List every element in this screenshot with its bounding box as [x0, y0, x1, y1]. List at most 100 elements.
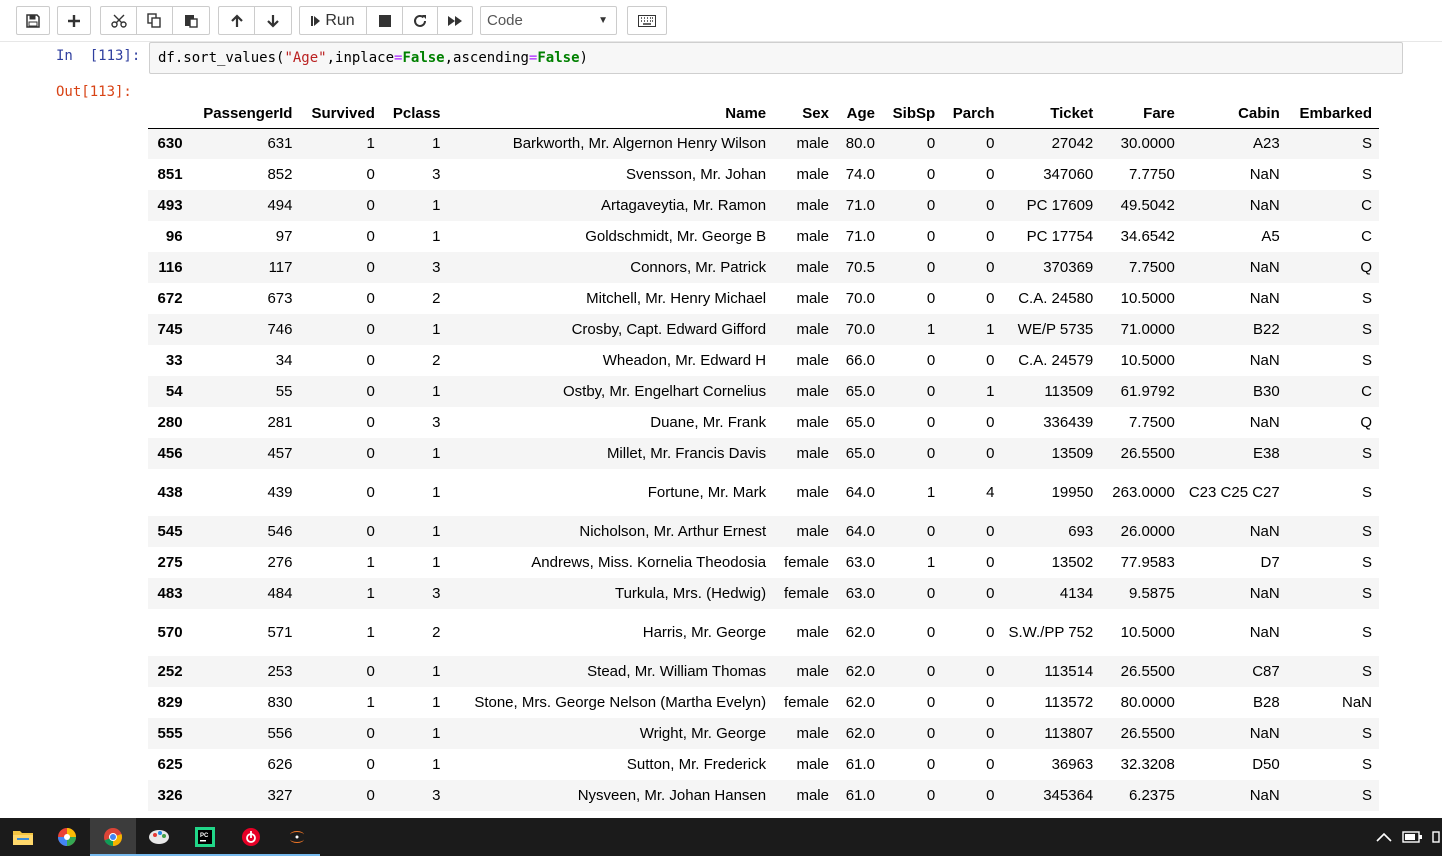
table-cell-passengerid: 546	[267, 523, 293, 540]
table-cell-name: Turkula, Mrs. (Hedwig)	[614, 585, 767, 602]
table-cell-cabin: NaN	[1249, 197, 1280, 214]
table-cell-cabin: B30	[1253, 383, 1280, 400]
row-index: 275	[157, 554, 183, 571]
table-cell-parch: 0	[986, 352, 995, 369]
table-cell-embarked: Q	[1360, 259, 1372, 276]
table-cell-cabin: NaN	[1249, 414, 1280, 431]
table-cell-parch: 0	[986, 414, 995, 431]
cell-type-select[interactable]: Code ▼	[480, 6, 617, 35]
taskbar-pycharm[interactable]: PC	[182, 818, 228, 856]
table-cell-ticket: 347060	[1043, 166, 1094, 183]
pycharm-icon: PC	[195, 827, 215, 847]
table-cell-survived: 0	[366, 523, 375, 540]
table-cell-embarked: Q	[1360, 414, 1372, 431]
run-button[interactable]: Run	[299, 6, 367, 35]
table-cell-name: Wheadon, Mr. Edward H	[602, 352, 767, 369]
table-cell-passengerid: 55	[275, 383, 293, 400]
row-index: 438	[157, 484, 183, 501]
notebook-toolbar: Run Code ▼	[0, 0, 1442, 42]
table-row: 326 327 0 3 Nysveen, Mr. Johan Hansen male 61.…	[148, 780, 1379, 811]
table-cell-pclass: 1	[432, 197, 441, 214]
table-cell-cabin: NaN	[1249, 523, 1280, 540]
table-cell-embarked: S	[1361, 484, 1372, 501]
table-cell-fare: 6.2375	[1128, 787, 1175, 804]
paste-button[interactable]	[173, 6, 210, 35]
table-cell-sex: male	[796, 197, 829, 214]
table-cell-parch: 1	[986, 321, 995, 338]
row-index: 54	[165, 383, 183, 400]
table-row: 745 746 0 1 Crosby, Capt. Edward Gifford male…	[148, 314, 1379, 345]
restart-run-all-button[interactable]	[438, 6, 473, 35]
table-cell-name: Harris, Mr. George	[642, 624, 767, 641]
table-cell-age: 74.0	[845, 166, 875, 183]
table-cell-sibsp: 0	[926, 228, 936, 245]
table-cell-parch: 0	[986, 585, 995, 602]
interrupt-button[interactable]	[367, 6, 403, 35]
table-cell-ticket: PC 17609	[1026, 197, 1094, 214]
color-app-icon	[58, 828, 76, 846]
table-cell-age: 61.0	[845, 787, 875, 804]
row-index: 570	[157, 624, 183, 641]
table-cell-sibsp: 1	[926, 321, 936, 338]
taskbar-paint-app[interactable]	[136, 818, 182, 856]
taskbar-chrome[interactable]	[90, 818, 136, 856]
table-cell-cabin: A5	[1261, 228, 1280, 245]
table-row: 630 631 1 1 Barkworth, Mr. Algernon Henry Wi…	[148, 128, 1379, 159]
table-cell-passengerid: 746	[267, 321, 293, 338]
network-icon[interactable]	[1432, 830, 1442, 844]
table-cell-ticket: 113572	[1044, 694, 1094, 711]
cell-type-value: Code	[487, 12, 523, 29]
table-cell-fare: 263.0000	[1112, 484, 1175, 501]
column-header: Age	[835, 97, 882, 129]
command-palette-button[interactable]	[627, 6, 667, 35]
table-cell-embarked: C	[1361, 383, 1372, 400]
table-cell-name: Crosby, Capt. Edward Gifford	[571, 321, 767, 338]
table-cell-sibsp: 0	[926, 725, 936, 742]
restart-button[interactable]	[403, 6, 438, 35]
table-cell-cabin: B22	[1253, 321, 1280, 338]
table-cell-cabin: NaN	[1249, 166, 1280, 183]
chevron-up-icon[interactable]	[1376, 832, 1392, 842]
table-cell-parch: 0	[986, 523, 995, 540]
move-up-button[interactable]	[218, 6, 255, 35]
plus-icon	[68, 14, 80, 27]
code-cell-input[interactable]: df.sort_values("Age",inplace=False,ascen…	[149, 42, 1403, 74]
taskbar-color-app[interactable]	[44, 818, 90, 856]
table-cell-sibsp: 0	[926, 383, 936, 400]
battery-icon[interactable]	[1402, 830, 1424, 844]
table-cell-ticket: C.A. 24579	[1018, 352, 1094, 369]
table-cell-pclass: 1	[432, 445, 441, 462]
table-cell-age: 62.0	[845, 624, 875, 641]
table-cell-fare: 77.9583	[1120, 554, 1175, 571]
save-button[interactable]	[16, 6, 50, 35]
step-forward-icon	[311, 15, 321, 26]
copy-button[interactable]	[137, 6, 173, 35]
row-index: 326	[157, 787, 183, 804]
table-cell-embarked: S	[1361, 321, 1372, 338]
table-cell-fare: 26.5500	[1120, 663, 1175, 680]
table-cell-survived: 0	[366, 166, 375, 183]
column-header: Ticket	[1001, 97, 1101, 129]
move-down-button[interactable]	[255, 6, 292, 35]
row-index: 672	[157, 290, 183, 307]
table-cell-cabin: NaN	[1249, 259, 1280, 276]
insert-cell-button[interactable]	[57, 6, 91, 35]
table-cell-embarked: C	[1361, 228, 1372, 245]
table-cell-pclass: 3	[432, 585, 441, 602]
taskbar-jupyter[interactable]	[274, 818, 320, 856]
taskbar-netease-music[interactable]	[228, 818, 274, 856]
column-header: Sex	[773, 97, 836, 129]
table-cell-name: Wright, Mr. George	[639, 725, 767, 742]
table-cell-sibsp: 0	[926, 624, 936, 641]
table-cell-sibsp: 0	[926, 197, 936, 214]
code-text: ,ascending	[444, 50, 529, 66]
cut-button[interactable]	[100, 6, 137, 35]
table-cell-passengerid: 852	[267, 166, 293, 183]
row-index: 493	[157, 197, 183, 214]
table-cell-pclass: 2	[432, 624, 441, 641]
taskbar-file-explorer[interactable]	[0, 818, 46, 856]
column-header: Name	[447, 97, 774, 129]
table-row: 116 117 0 3 Connors, Mr. Patrick male 70.5 0 0 37…	[148, 252, 1379, 283]
table-cell-embarked: S	[1361, 624, 1372, 641]
table-cell-pclass: 1	[432, 135, 441, 153]
